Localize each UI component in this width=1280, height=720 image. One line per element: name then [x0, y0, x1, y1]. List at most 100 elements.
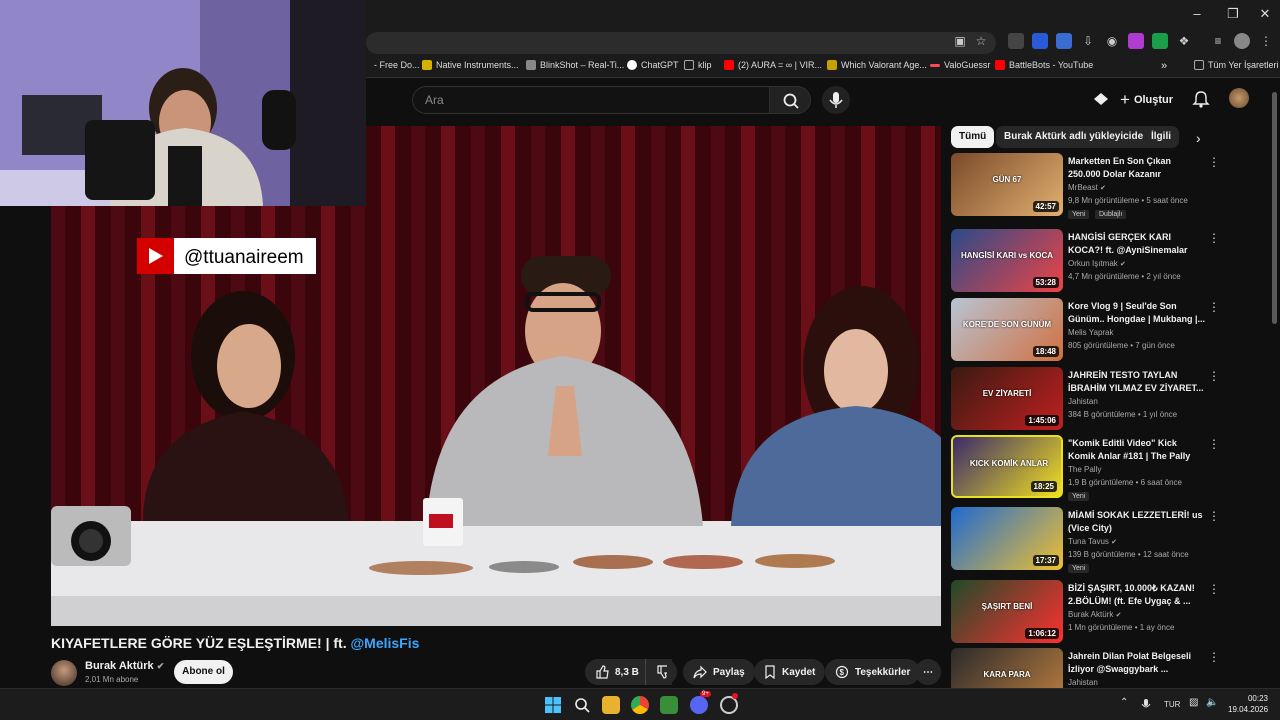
video-thumbnail[interactable]: ŞAŞIRT BENİ 1:06:12 — [951, 580, 1063, 643]
download-extension-icon[interactable]: ⇩ — [1080, 33, 1096, 49]
volume-icon[interactable]: 🔈 — [1206, 697, 1218, 708]
video-title[interactable]: Marketten En Son Çıkan 250.000 Dolar Kaz… — [1068, 155, 1206, 181]
cast-icon[interactable] — [1092, 91, 1110, 107]
page-scrollbar[interactable] — [1272, 92, 1277, 324]
mention-link[interactable]: @MelisFis — [351, 635, 420, 651]
discord-icon[interactable]: 9+ — [690, 691, 711, 714]
more-options-icon[interactable]: ⋮ — [1208, 650, 1220, 664]
video-thumbnail[interactable]: KICK KOMİK ANLAR 18:25 — [951, 435, 1063, 498]
search-button[interactable] — [769, 86, 811, 114]
windows-start-icon[interactable] — [544, 696, 562, 714]
install-app-icon[interactable]: ▣ — [952, 33, 968, 49]
dislike-button[interactable] — [645, 659, 677, 685]
notifications-bell-icon[interactable] — [1192, 90, 1210, 108]
create-button[interactable]: + Oluştur — [1120, 90, 1173, 110]
more-options-icon[interactable]: ⋮ — [1208, 437, 1220, 451]
recommended-video[interactable]: HANGİSİ KARI vs KOCA 53:28 HANGİSİ GERÇEK … — [951, 229, 1221, 295]
extension-icon[interactable] — [1008, 33, 1024, 49]
thanks-button[interactable]: $ Teşekkürler — [825, 659, 921, 685]
bookmark-item[interactable]: Native Instruments... — [422, 60, 519, 70]
clock-time[interactable]: 00:23 — [1228, 694, 1268, 703]
bookmark-item[interactable]: (2) AURA = ∞ | VIR... — [724, 60, 822, 70]
more-bookmarks-button[interactable]: » — [1161, 60, 1167, 72]
video-title[interactable]: JAHREİN TESTO TAYLAN İBRAHİM YILMAZ EV Z… — [1068, 369, 1206, 395]
file-explorer-icon[interactable] — [602, 696, 620, 714]
more-options-icon[interactable]: ⋮ — [1208, 300, 1220, 314]
language-indicator[interactable]: TUR — [1164, 700, 1180, 709]
channel-name[interactable]: Tuna Tavus ✔ — [1068, 537, 1117, 546]
chip-related[interactable]: İlgili — [1143, 126, 1179, 148]
channel-avatar[interactable] — [51, 660, 77, 686]
search-icon[interactable] — [573, 696, 591, 714]
clock-date[interactable]: 19.04.2026 — [1228, 705, 1268, 714]
extension-icon[interactable] — [1152, 33, 1168, 49]
network-icon[interactable]: ▨ — [1189, 697, 1198, 708]
more-options-icon[interactable]: ⋮ — [1208, 582, 1220, 596]
maximize-button[interactable]: ❐ — [1218, 6, 1248, 22]
chip-from-uploader[interactable]: Burak Aktürk adlı yükleyiciden — [996, 126, 1158, 148]
extension-icon[interactable] — [1056, 33, 1072, 49]
bookmark-item[interactable]: Which Valorant Age... — [827, 60, 927, 70]
video-thumbnail[interactable]: 17:37 — [951, 507, 1063, 570]
browser-menu-icon[interactable]: ⋮ — [1258, 33, 1274, 49]
bookmark-item[interactable]: BlinkShot – Real-Ti... — [526, 60, 624, 70]
more-options-icon[interactable]: ⋮ — [1208, 155, 1220, 169]
app-icon[interactable] — [720, 693, 738, 714]
bookmark-item[interactable]: ChatGPT — [627, 60, 679, 70]
close-window-button[interactable]: ✕ — [1250, 6, 1280, 22]
avatar[interactable] — [1229, 88, 1249, 108]
video-title[interactable]: MİAMİ SOKAK LEZZETLERİ! us (Vice City) — [1068, 509, 1206, 535]
more-actions-button[interactable]: ⋯ — [915, 659, 941, 685]
recommended-video[interactable]: GÜN 67 42:57 Marketten En Son Çıkan 250.00… — [951, 153, 1221, 219]
video-title[interactable]: Kore Vlog 9 | Seul'de Son Günüm.. Hongda… — [1068, 300, 1206, 326]
channel-name[interactable]: The Pally — [1068, 465, 1101, 474]
subscribe-button[interactable]: Abone ol — [174, 660, 233, 684]
media-control-icon[interactable]: ≡ — [1210, 33, 1226, 49]
chevron-right-icon[interactable]: › — [1196, 130, 1201, 146]
recommended-video[interactable]: 17:37 MİAMİ SOKAK LEZZETLERİ! us (Vice Ci… — [951, 507, 1221, 573]
more-options-icon[interactable]: ⋮ — [1208, 509, 1220, 523]
voice-search-button[interactable] — [822, 86, 850, 114]
share-button[interactable]: Paylaş — [683, 659, 755, 685]
channel-name[interactable]: Burak Aktürk ✔ — [85, 660, 164, 672]
video-thumbnail[interactable]: HANGİSİ KARI vs KOCA 53:28 — [951, 229, 1063, 292]
extension-icon[interactable]: ◉ — [1104, 33, 1120, 49]
chip-all[interactable]: Tümü — [951, 126, 995, 148]
recommended-video[interactable]: KORE'DE SON GÜNÜM 18:48 Kore Vlog 9 | Seul… — [951, 298, 1221, 364]
channel-name[interactable]: Orkun Işıtmak ✔ — [1068, 259, 1126, 268]
video-title[interactable]: Jahrein Dilan Polat Belgeseli İzliyor @S… — [1068, 650, 1206, 676]
more-options-icon[interactable]: ⋮ — [1208, 231, 1220, 245]
bookmark-item[interactable]: ValoGuessr — [930, 60, 990, 70]
channel-name[interactable]: Jahistan — [1068, 678, 1098, 687]
recommended-video[interactable]: KICK KOMİK ANLAR 18:25 "Komik Editli Video… — [951, 435, 1221, 501]
channel-name[interactable]: MrBeast ✔ — [1068, 183, 1106, 192]
all-bookmarks-folder[interactable]: Tüm Yer İşaretleri — [1194, 60, 1279, 70]
address-bar[interactable] — [366, 32, 996, 54]
profile-avatar-icon[interactable] — [1234, 33, 1250, 49]
channel-name[interactable]: Melis Yaprak — [1068, 328, 1114, 337]
video-title[interactable]: HANGİSİ GERÇEK KARI KOCA?! ft. @AyniSine… — [1068, 231, 1206, 257]
bookmark-star-icon[interactable]: ☆ — [973, 33, 989, 49]
extension-icon[interactable] — [1128, 33, 1144, 49]
recommended-video[interactable]: EV ZİYARETİ 1:45:06 JAHREİN TESTO TAYLAN İ… — [951, 367, 1221, 433]
bookmark-folder[interactable]: klip — [684, 60, 712, 70]
video-title[interactable]: BİZİ ŞAŞIRT, 10.000₺ KAZAN! 2.BÖLÜM! (ft… — [1068, 582, 1206, 608]
bookmark-item[interactable]: - Free Do... — [374, 60, 420, 70]
channel-name[interactable]: Jahistan — [1068, 397, 1098, 406]
minimize-button[interactable]: – — [1182, 6, 1212, 21]
recommended-video[interactable]: ŞAŞIRT BENİ 1:06:12 BİZİ ŞAŞIRT, 10.000₺ K… — [951, 580, 1221, 646]
puzzle-extensions-icon[interactable]: ❖ — [1176, 33, 1192, 49]
video-thumbnail[interactable]: EV ZİYARETİ 1:45:06 — [951, 367, 1063, 430]
app-icon[interactable] — [660, 696, 678, 714]
save-button[interactable]: Kaydet — [754, 659, 826, 685]
chrome-icon[interactable] — [631, 696, 649, 714]
search-input[interactable]: Ara — [412, 86, 770, 114]
video-title[interactable]: "Komik Editli Video" Kick Komik Anlar #1… — [1068, 437, 1206, 463]
video-thumbnail[interactable]: GÜN 67 42:57 — [951, 153, 1063, 216]
bookmark-item[interactable]: BattleBots - YouTube — [995, 60, 1093, 70]
more-options-icon[interactable]: ⋮ — [1208, 369, 1220, 383]
channel-name[interactable]: Burak Aktürk ✔ — [1068, 610, 1121, 619]
translate-extension-icon[interactable] — [1032, 33, 1048, 49]
video-thumbnail[interactable]: KORE'DE SON GÜNÜM 18:48 — [951, 298, 1063, 361]
microphone-icon[interactable] — [1140, 698, 1152, 712]
